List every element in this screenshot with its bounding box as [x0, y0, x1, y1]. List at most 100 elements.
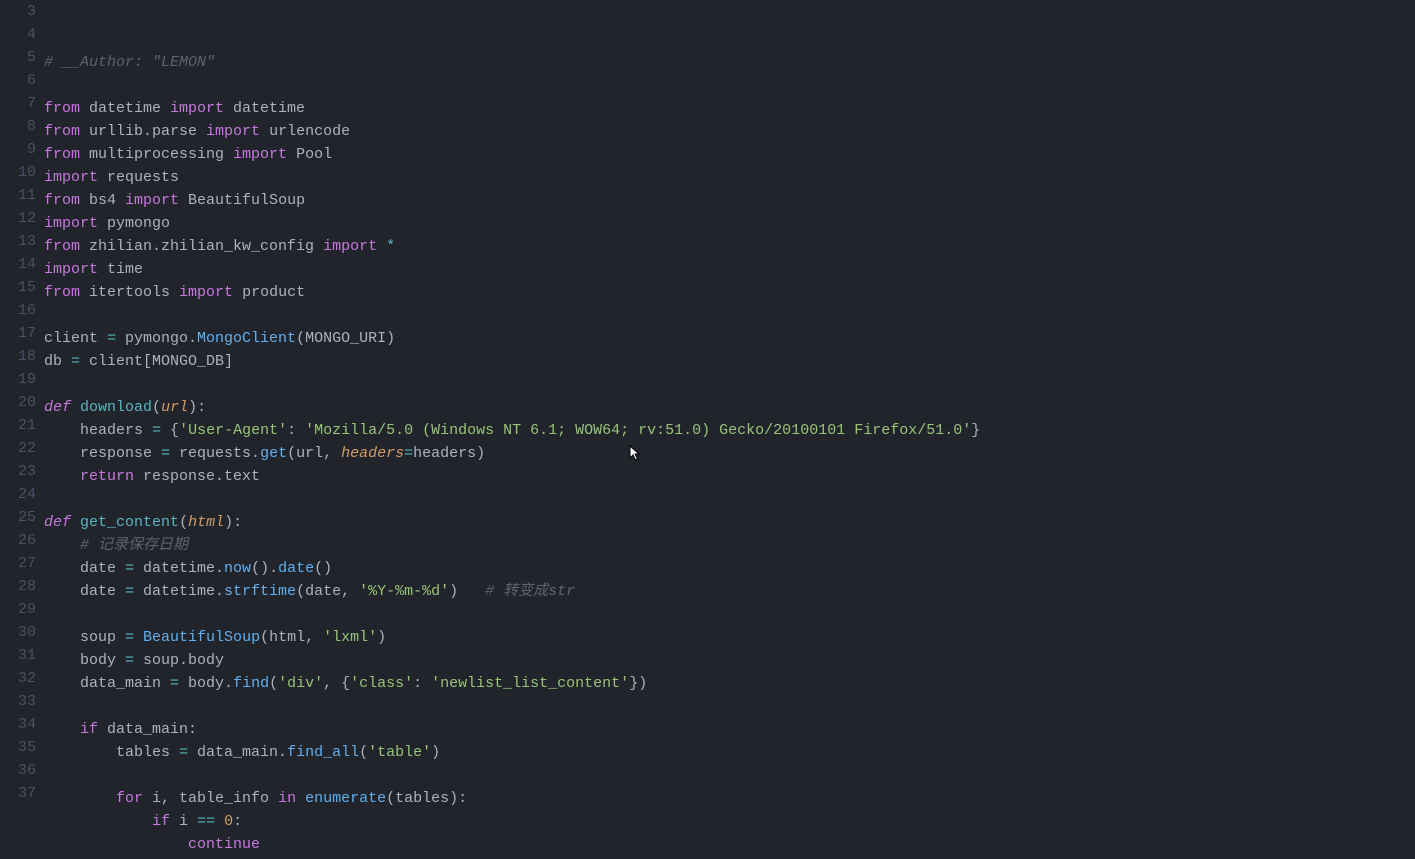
- code-line[interactable]: headers = {'User-Agent': 'Mozilla/5.0 (W…: [44, 419, 1415, 442]
- token-default: [296, 790, 305, 807]
- code-line[interactable]: [44, 373, 1415, 396]
- code-line[interactable]: # 记录保存日期: [44, 534, 1415, 557]
- token-default: :: [413, 675, 431, 692]
- token-default: (: [179, 514, 188, 531]
- code-line[interactable]: [44, 304, 1415, 327]
- line-number: 28: [0, 575, 36, 598]
- code-line[interactable]: response = requests.get(url, headers=hea…: [44, 442, 1415, 465]
- code-line[interactable]: continue: [44, 833, 1415, 856]
- token-fn-def: get_content: [80, 514, 179, 531]
- token-kw-it: def: [44, 399, 71, 416]
- line-number: 8: [0, 115, 36, 138]
- token-kw: from: [44, 100, 80, 117]
- token-str: 'class': [350, 675, 413, 692]
- token-kw: if: [152, 813, 170, 830]
- line-number: 30: [0, 621, 36, 644]
- token-default: urllib.parse: [80, 123, 206, 140]
- token-default: soup.body: [134, 652, 224, 669]
- code-line[interactable]: [44, 488, 1415, 511]
- code-line[interactable]: def get_content(html):: [44, 511, 1415, 534]
- code-line[interactable]: from urllib.parse import urlencode: [44, 120, 1415, 143]
- code-line[interactable]: soup = BeautifulSoup(html, 'lxml'): [44, 626, 1415, 649]
- line-number: 26: [0, 529, 36, 552]
- token-default: requests.: [170, 445, 260, 462]
- token-default: data_main:: [98, 721, 197, 738]
- code-line[interactable]: import pymongo: [44, 212, 1415, 235]
- code-editor[interactable]: 3456789101112131415161718192021222324252…: [0, 0, 1415, 801]
- token-op: =: [161, 445, 170, 462]
- token-default: pymongo: [98, 215, 170, 232]
- token-str: '%Y-%m-%d': [359, 583, 449, 600]
- code-line[interactable]: [44, 695, 1415, 718]
- token-comment: # 转变成str: [485, 583, 575, 600]
- token-default: , {: [323, 675, 350, 692]
- code-line[interactable]: import requests: [44, 166, 1415, 189]
- token-kw: import: [44, 215, 98, 232]
- code-line[interactable]: [44, 603, 1415, 626]
- token-default: :: [233, 813, 242, 830]
- token-op: *: [386, 238, 395, 255]
- token-default: multiprocessing: [80, 146, 233, 163]
- code-line[interactable]: if data_main:: [44, 718, 1415, 741]
- code-line[interactable]: import time: [44, 258, 1415, 281]
- line-number: 18: [0, 345, 36, 368]
- line-number: 11: [0, 184, 36, 207]
- line-number: 3: [0, 0, 36, 23]
- code-line[interactable]: client = pymongo.MongoClient(MONGO_URI): [44, 327, 1415, 350]
- code-line[interactable]: from zhilian.zhilian_kw_config import *: [44, 235, 1415, 258]
- code-line[interactable]: data_main = body.find('div', {'class': '…: [44, 672, 1415, 695]
- code-line[interactable]: # __Author: "LEMON": [44, 51, 1415, 74]
- line-number: 20: [0, 391, 36, 414]
- line-number: 12: [0, 207, 36, 230]
- token-default: (tables):: [386, 790, 467, 807]
- token-default: soup: [44, 629, 125, 646]
- code-line[interactable]: if i == 0:: [44, 810, 1415, 833]
- token-comment: # 记录保存日期: [80, 537, 188, 554]
- code-line[interactable]: [44, 74, 1415, 97]
- token-str: 'Mozilla/5.0 (Windows NT 6.1; WOW64; rv:…: [305, 422, 971, 439]
- token-default: ): [431, 744, 440, 761]
- token-op: =: [170, 675, 179, 692]
- code-line[interactable]: date = datetime.strftime(date, '%Y-%m-%d…: [44, 580, 1415, 603]
- token-kw: return: [80, 468, 134, 485]
- token-fn: strftime: [224, 583, 296, 600]
- line-number: 22: [0, 437, 36, 460]
- code-line[interactable]: return response.text: [44, 465, 1415, 488]
- code-area[interactable]: # __Author: "LEMON" from datetime import …: [44, 0, 1415, 801]
- code-line[interactable]: from bs4 import BeautifulSoup: [44, 189, 1415, 212]
- token-default: }: [971, 422, 980, 439]
- token-default: body: [44, 652, 125, 669]
- token-kw: import: [170, 100, 224, 117]
- token-default: [44, 468, 80, 485]
- token-kw: from: [44, 123, 80, 140]
- code-line[interactable]: [44, 764, 1415, 787]
- token-op: =: [404, 445, 413, 462]
- token-op: =: [125, 629, 134, 646]
- token-default: datetime: [224, 100, 305, 117]
- code-line[interactable]: date = datetime.now().date(): [44, 557, 1415, 580]
- line-number: 34: [0, 713, 36, 736]
- code-line[interactable]: from itertools import product: [44, 281, 1415, 304]
- token-str: 'newlist_list_content': [431, 675, 629, 692]
- line-number: 23: [0, 460, 36, 483]
- code-line[interactable]: for i, table_info in enumerate(tables):: [44, 787, 1415, 810]
- code-line[interactable]: db = client[MONGO_DB]: [44, 350, 1415, 373]
- line-number: 7: [0, 92, 36, 115]
- code-line[interactable]: from multiprocessing import Pool: [44, 143, 1415, 166]
- token-comment: # __Author: "LEMON": [44, 54, 215, 71]
- token-default: (: [359, 744, 368, 761]
- token-default: i, table_info: [143, 790, 278, 807]
- code-line[interactable]: from datetime import datetime: [44, 97, 1415, 120]
- code-line[interactable]: def download(url):: [44, 396, 1415, 419]
- token-default: date: [44, 583, 125, 600]
- code-line[interactable]: body = soup.body: [44, 649, 1415, 672]
- token-kw: import: [125, 192, 179, 209]
- token-num: 0: [224, 813, 233, 830]
- token-kw: import: [44, 169, 98, 186]
- line-number-gutter: 3456789101112131415161718192021222324252…: [0, 0, 44, 801]
- token-default: :: [287, 422, 305, 439]
- token-str: 'lxml': [323, 629, 377, 646]
- line-number: 17: [0, 322, 36, 345]
- token-default: urlencode: [260, 123, 350, 140]
- code-line[interactable]: tables = data_main.find_all('table'): [44, 741, 1415, 764]
